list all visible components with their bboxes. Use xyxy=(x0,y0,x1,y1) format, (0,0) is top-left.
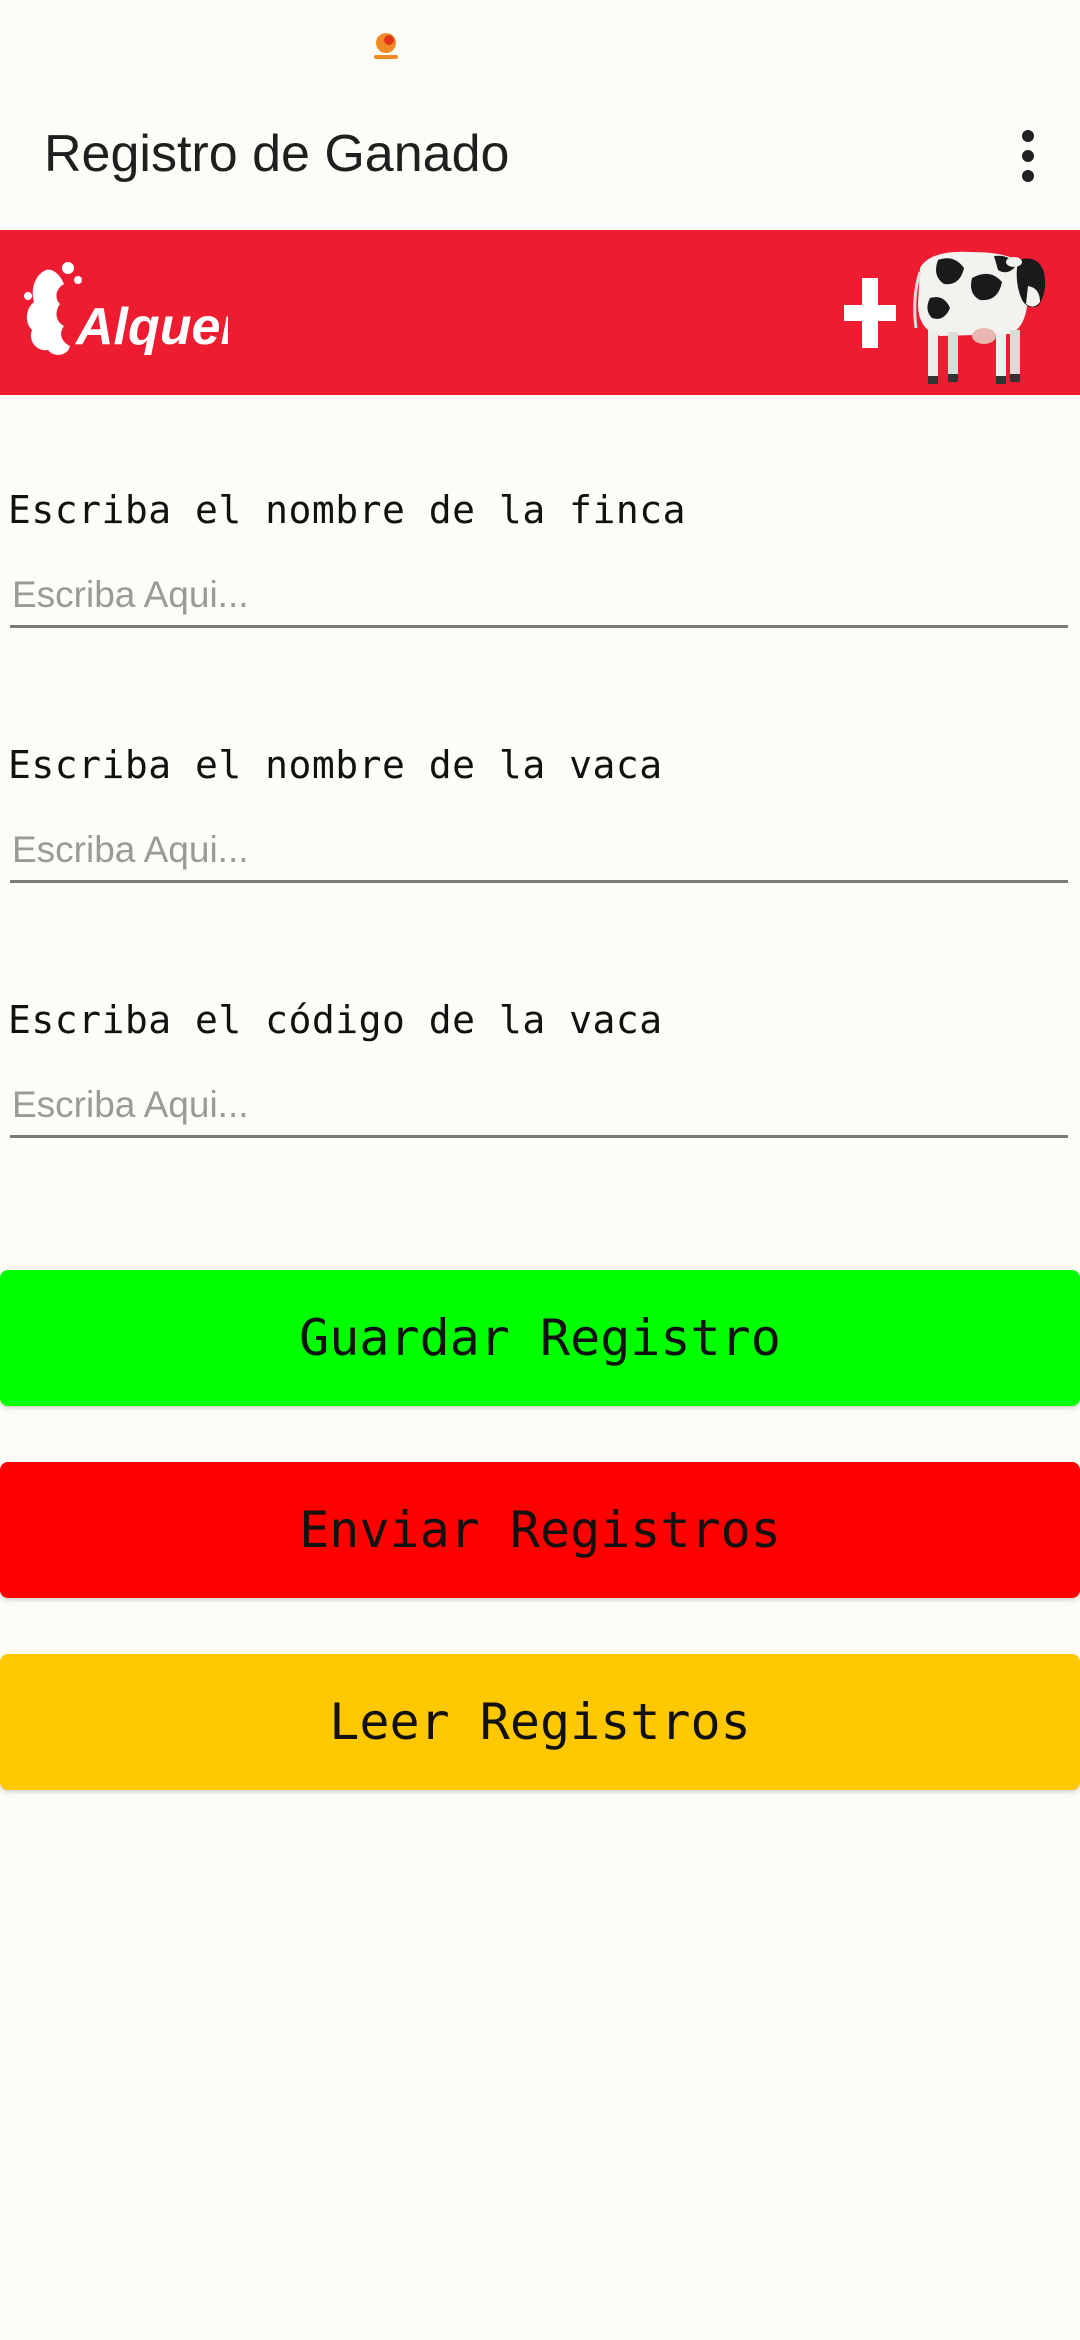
logo-text: Alquería xyxy=(74,298,228,356)
farm-name-input[interactable] xyxy=(10,564,1068,628)
brand-banner: Alquería xyxy=(0,230,1080,395)
alqueria-logo: Alquería xyxy=(24,262,228,356)
cow-name-input[interactable] xyxy=(10,819,1068,883)
cow-name-label: Escriba el nombre de la vaca xyxy=(8,743,663,787)
overflow-menu-button[interactable] xyxy=(992,120,1064,192)
status-bar xyxy=(0,0,1080,96)
app-bar: Registro de Ganado xyxy=(0,96,1080,230)
read-records-button[interactable]: Leer Registros xyxy=(0,1654,1080,1790)
cow-icon xyxy=(913,251,1046,384)
notification-icon xyxy=(374,33,398,59)
cow-code-input[interactable] xyxy=(10,1074,1068,1138)
farm-name-label: Escriba el nombre de la finca xyxy=(8,488,686,532)
plus-icon xyxy=(844,278,896,348)
save-record-button[interactable]: Guardar Registro xyxy=(0,1270,1080,1406)
app-title: Registro de Ganado xyxy=(44,125,510,183)
more-vert-icon xyxy=(1022,130,1034,182)
send-records-button[interactable]: Enviar Registros xyxy=(0,1462,1080,1598)
cow-code-label: Escriba el código de la vaca xyxy=(8,998,663,1042)
